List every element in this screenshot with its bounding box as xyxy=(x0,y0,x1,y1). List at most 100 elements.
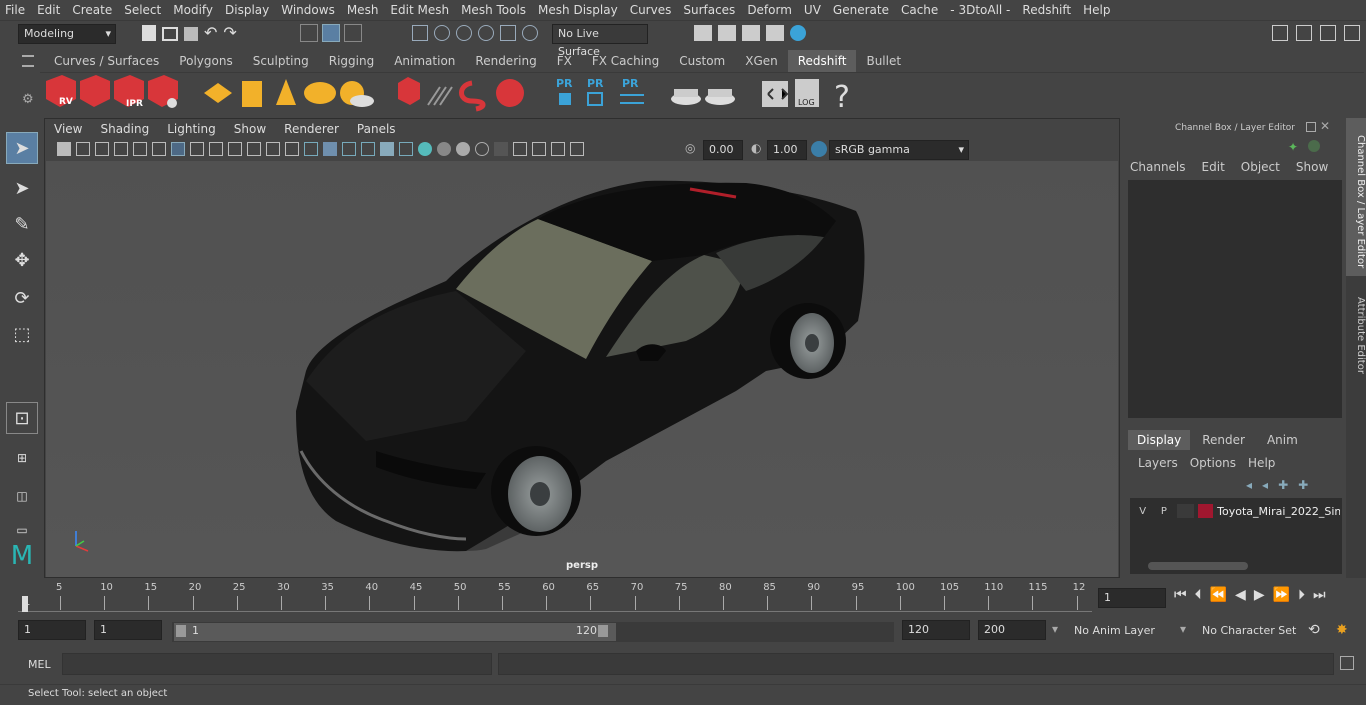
viewport-menu-panels[interactable]: Panels xyxy=(348,119,405,139)
depth-of-field-icon[interactable] xyxy=(494,142,508,156)
close-panel-icon[interactable]: ✕ xyxy=(1320,119,1330,133)
redshift-dome-light-icon[interactable] xyxy=(304,82,336,104)
layer-menu-layers[interactable]: Layers xyxy=(1138,456,1178,470)
viewport-menu-view[interactable]: View xyxy=(45,119,91,139)
menu-edit[interactable]: Edit xyxy=(32,3,65,17)
render-view-icon[interactable]: RV xyxy=(46,75,76,107)
menu-modify[interactable]: Modify xyxy=(168,3,218,17)
shadows-icon[interactable] xyxy=(418,142,432,156)
bake-all-icon[interactable] xyxy=(705,89,735,105)
mel-label[interactable]: MEL xyxy=(28,658,51,671)
script-editor-icon[interactable] xyxy=(762,81,789,107)
open-scene-icon[interactable] xyxy=(162,27,178,41)
menu-create[interactable]: Create xyxy=(67,3,117,17)
shelf-tab-animation[interactable]: Animation xyxy=(384,50,465,72)
color-management-icon[interactable] xyxy=(811,141,827,157)
go-to-end-icon[interactable]: ⏭ xyxy=(1313,587,1326,607)
grid-icon[interactable] xyxy=(171,142,185,156)
redshift-spot-light-icon[interactable] xyxy=(276,79,296,105)
step-forward-icon[interactable]: ⏵ xyxy=(1298,587,1305,607)
shelf-tab-bullet[interactable]: Bullet xyxy=(856,50,911,72)
screen-ao-icon[interactable] xyxy=(437,142,451,156)
film-gate-icon[interactable] xyxy=(190,142,204,156)
safe-action-icon[interactable] xyxy=(266,142,280,156)
select-tool-icon[interactable]: ➤ xyxy=(6,132,38,164)
menu-curves[interactable]: Curves xyxy=(625,3,677,17)
undo-icon[interactable]: ↶ xyxy=(204,25,217,43)
shelf-tab-sculpting[interactable]: Sculpting xyxy=(243,50,319,72)
wireframe-icon[interactable] xyxy=(304,142,318,156)
menu-redshift[interactable]: Redshift xyxy=(1017,3,1076,17)
mel-input[interactable] xyxy=(62,653,492,675)
layer-tab-render[interactable]: Render xyxy=(1190,430,1257,450)
anti-aliasing-icon[interactable] xyxy=(475,142,489,156)
menu-generate[interactable]: Generate xyxy=(828,3,894,17)
component-icon[interactable] xyxy=(570,142,584,156)
rotate-tool-icon[interactable]: ⟳ xyxy=(6,282,38,314)
bookmark-icon[interactable] xyxy=(95,142,109,156)
play-forward-icon[interactable]: ▶ xyxy=(1254,587,1265,607)
snap-projected-icon[interactable] xyxy=(478,25,494,41)
wireframe-on-shaded-icon[interactable] xyxy=(342,142,356,156)
color-space-dropdown[interactable]: sRGB gamma ▾ xyxy=(829,140,969,160)
menu-deform[interactable]: Deform xyxy=(742,3,797,17)
menu-surfaces[interactable]: Surfaces xyxy=(678,3,740,17)
image-plane-icon[interactable] xyxy=(114,142,128,156)
select-hierarchy-icon[interactable] xyxy=(300,24,318,42)
live-surface-field[interactable]: No Live Surface xyxy=(552,24,648,58)
redo-icon[interactable]: ↷ xyxy=(223,25,236,43)
layer-menu-options[interactable]: Options xyxy=(1190,456,1236,470)
play-backward-icon[interactable]: ◀ xyxy=(1235,587,1246,607)
snap-point-icon[interactable] xyxy=(456,25,472,41)
use-lights-icon[interactable] xyxy=(399,142,413,156)
character-set-dropdown[interactable]: No Character Set xyxy=(1196,620,1300,642)
modeling-toolkit-icon[interactable] xyxy=(1272,25,1288,41)
snap-curve-icon[interactable] xyxy=(434,25,450,41)
hypershade-icon[interactable] xyxy=(790,25,806,41)
render-sequence-icon[interactable] xyxy=(80,75,110,107)
float-panel-icon[interactable] xyxy=(1306,122,1316,132)
layer-tab-display[interactable]: Display xyxy=(1128,430,1191,450)
menu-3dtoall[interactable]: - 3DtoAll - xyxy=(945,3,1015,17)
scale-tool-icon[interactable]: ⬚ xyxy=(6,318,38,350)
start-time-field[interactable]: 1 xyxy=(18,620,86,640)
menu-file[interactable]: File xyxy=(0,3,30,17)
bake-icon[interactable] xyxy=(671,89,701,105)
layer-color-swatch[interactable] xyxy=(1197,504,1214,518)
log-icon[interactable]: LOG xyxy=(795,79,819,107)
script-editor-icon[interactable] xyxy=(1340,656,1354,670)
move-layer-up-icon[interactable]: ◂ xyxy=(1246,478,1252,492)
viewport-menu-lighting[interactable]: Lighting xyxy=(158,119,225,139)
shelf-tab-curves-surfaces[interactable]: Curves / Surfaces xyxy=(44,50,169,72)
shelf-tab-redshift[interactable]: Redshift xyxy=(787,50,857,72)
channel-box-icon[interactable] xyxy=(1344,25,1360,41)
step-back-key-icon[interactable]: ⏪ xyxy=(1210,587,1227,607)
redshift-volume-icon[interactable] xyxy=(427,86,453,106)
exposure-field[interactable]: 0.00 xyxy=(703,140,743,160)
mode-dropdown[interactable]: Modeling ▾ xyxy=(18,24,116,44)
channel-menu-show[interactable]: Show xyxy=(1296,160,1328,174)
render-frame-icon[interactable] xyxy=(718,25,736,41)
make-live-icon[interactable] xyxy=(522,25,538,41)
camera-attr-icon[interactable] xyxy=(76,142,90,156)
safe-title-icon[interactable] xyxy=(285,142,299,156)
smooth-shade-icon[interactable] xyxy=(323,142,337,156)
snap-grid-icon[interactable] xyxy=(412,25,428,41)
menu-edit-mesh[interactable]: Edit Mesh xyxy=(385,3,454,17)
render-settings-icon[interactable] xyxy=(148,75,178,108)
paint-select-tool-icon[interactable]: ✎ xyxy=(6,208,38,240)
gate-mask-icon[interactable] xyxy=(228,142,242,156)
save-scene-icon[interactable] xyxy=(184,27,198,41)
render-view-icon[interactable] xyxy=(766,25,784,41)
layout-icon[interactable]: ⊞ xyxy=(6,442,38,474)
viewport-menu-shading[interactable]: Shading xyxy=(91,119,158,139)
select-object-icon[interactable] xyxy=(322,24,340,42)
render-settings-icon[interactable] xyxy=(694,25,712,41)
redshift-proxy-icon[interactable] xyxy=(398,77,420,105)
new-scene-icon[interactable] xyxy=(142,25,156,41)
menu-windows[interactable]: Windows xyxy=(276,3,340,17)
layout-two-pane-icon[interactable]: ◫ xyxy=(6,480,38,512)
shelf-tab-rendering[interactable]: Rendering xyxy=(465,50,546,72)
layer-visible-toggle[interactable]: V xyxy=(1134,506,1151,517)
motion-blur-icon[interactable] xyxy=(456,142,470,156)
